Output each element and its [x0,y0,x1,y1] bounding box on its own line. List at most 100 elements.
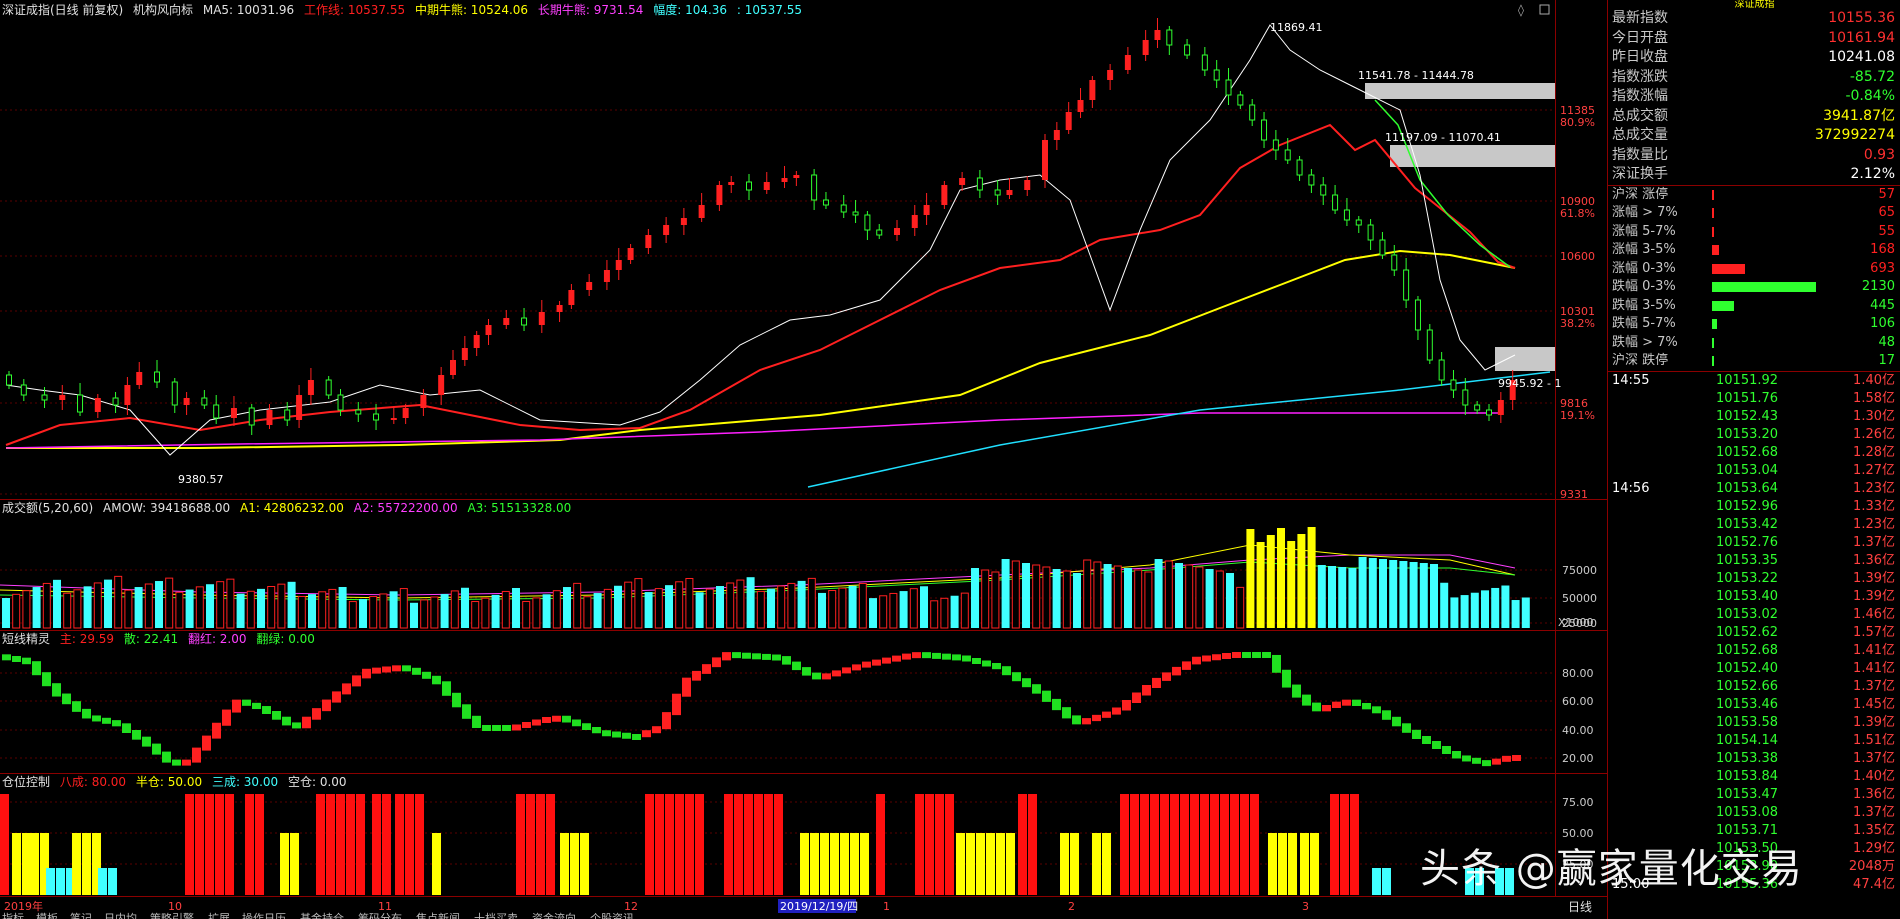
bottom-tab[interactable]: 个股资讯 [590,912,634,919]
candle-up [959,178,966,185]
volume-bar [420,599,429,629]
position-bar [1070,833,1079,895]
volume-bar [1042,566,1051,629]
tick-row: 10153.08 1.37亿 [1608,804,1900,822]
volume-bar [1491,587,1500,628]
volume-bar [532,597,541,629]
position-bar [1018,794,1027,895]
candle-up [1024,180,1031,190]
position-bar [1250,794,1259,895]
osc-step [742,652,751,659]
quote-row: 昨日收盘 10241.08 [1608,48,1900,68]
candle-down [976,177,983,191]
position-bar [570,833,579,895]
position-bar [108,868,117,895]
osc-step [1382,710,1391,720]
candle-down [1261,119,1268,141]
candle-up [1497,400,1504,415]
candle-down [876,229,883,236]
position-bar [225,794,234,895]
tick-price: 10152.96 [1716,498,1779,514]
bottom-tab[interactable]: 操作日历 [242,911,286,919]
osc-step [1122,700,1131,711]
osc-step [1152,677,1161,688]
bottom-tab[interactable]: 模板 [36,911,58,919]
tick-time: 14:56 [1612,480,1650,496]
position-bar [1028,794,1037,895]
osc-step [1132,692,1141,703]
osc-step [282,716,291,726]
bottom-tab[interactable]: 十档买卖 [474,911,518,919]
volume-bar [216,581,225,629]
osc-step [372,667,381,674]
volume-bar [838,587,847,629]
bottom-tab[interactable]: 扩展 [208,911,230,919]
osc-step [732,652,741,659]
bottom-tab[interactable]: 资金流向 [532,911,576,919]
candle-down [20,384,27,396]
osc-step [262,706,271,714]
candle-down [994,189,1001,196]
osc-step [712,657,721,668]
bottom-tab[interactable]: 焦点新闻 [416,911,460,919]
candle-up [461,348,468,360]
volume-bar [848,585,857,628]
volume-bar [12,593,21,629]
position-bar [12,833,21,895]
candle-down [1213,69,1220,81]
volume-bar [1022,563,1030,628]
position-bar [675,794,684,895]
bottom-tab[interactable]: 日内均 [104,911,137,919]
osc-step [562,715,571,723]
position-bar [695,794,704,895]
zone1-label: 11541.78 - 11444.78 [1358,69,1474,82]
candle-up [556,305,563,312]
volume-bar [920,586,928,628]
bottom-tab[interactable]: 笔记 [70,911,92,919]
tick-price: 10152.68 [1716,444,1779,460]
position-bar [800,833,809,895]
position-bar [744,794,753,895]
bottom-tab[interactable]: 策略引擎 [150,911,194,919]
volume-bar [971,568,979,628]
right-label: 9945.92 - 1 [1498,377,1561,390]
volume-bar [869,598,877,628]
tick-volume: 1.36亿 [1853,552,1895,568]
osc-step [782,656,791,665]
settings-icon[interactable]: ◊ [1518,3,1524,17]
candle-down [41,394,48,401]
tick-row: 10152.96 1.33亿 [1608,498,1900,516]
quote-value: -0.84% [1845,88,1895,104]
pos-tick: 75.00 [1562,796,1594,809]
quote-title: 深证成指 [1608,0,1900,10]
osc-step [602,730,611,737]
breadth-bar [1712,300,1734,311]
osc-step [472,715,481,728]
volume-bar [828,590,837,629]
breadth-value: 55 [1878,223,1895,239]
bottom-tab[interactable]: 筹码分布 [358,911,402,919]
volume-bar [1328,566,1336,628]
date-tick: 3 [1302,900,1309,913]
volume-bar [42,582,51,629]
tick-price: 10152.43 [1716,408,1779,424]
candle-up [183,398,190,405]
candle-down [1308,174,1315,186]
osc-step [892,655,901,662]
position-bar [546,794,555,895]
breadth-label: 沪深 涨停 [1612,186,1669,202]
bottom-tab[interactable]: 指标 [2,911,24,919]
period-label[interactable]: 日线 [1568,900,1592,914]
osc-step [362,668,371,679]
osc-step [482,725,491,731]
pos-header: 仓位控制 八成: 80.00 半仓: 50.00 三成: 30.00 空仓: 0… [2,774,347,789]
volume-bar [512,587,520,628]
volume-bar [501,590,510,629]
osc-step [72,701,81,712]
volume-bar [644,592,653,628]
position-bar [1268,833,1277,895]
osc-step [452,692,461,708]
bottom-tab[interactable]: 基金持仓 [300,911,344,919]
position-bar [1220,794,1229,895]
breadth-row: 跌幅 5-7% 106 [1608,315,1900,334]
